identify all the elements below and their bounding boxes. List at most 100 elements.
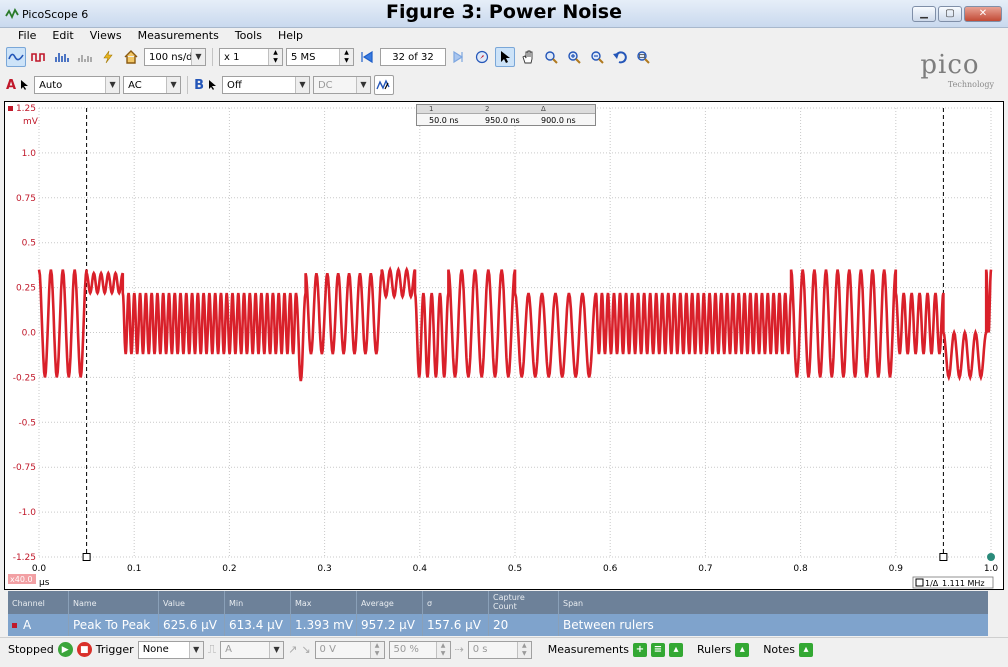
status-text: Stopped <box>8 643 54 656</box>
samples-stepper[interactable]: 5 MS ▲ ▼ <box>286 48 354 66</box>
navigator-icon[interactable] <box>472 47 492 67</box>
pointer-tool-icon[interactable] <box>495 47 515 67</box>
measurement-row[interactable]: A Peak To Peak 625.6 µV 613.4 µV 1.393 m… <box>8 614 988 636</box>
minimize-button[interactable]: ▁ <box>912 6 936 22</box>
serial-decode-icon[interactable] <box>75 47 95 67</box>
trigger-mode-select[interactable]: None ▼ <box>137 640 204 659</box>
spin-arrows-icon: ▲ ▼ <box>268 49 282 65</box>
rulers-toggle-button[interactable]: ▴ <box>735 642 750 657</box>
y-axis-unit: mV <box>23 117 39 127</box>
spin-arrows-icon: ▲ ▼ <box>369 641 384 658</box>
next-capture-icon[interactable] <box>449 47 469 67</box>
maximize-button[interactable]: ▢ <box>938 6 962 22</box>
zoom-overview-icon[interactable] <box>633 47 653 67</box>
chevron-down-icon: ▼ <box>191 49 205 65</box>
capture-counter[interactable]: 32 of 32 <box>380 48 446 66</box>
channel-color-swatch <box>12 622 17 628</box>
x-tick-label: 0.5 <box>508 564 522 574</box>
header-span: Span <box>558 591 988 614</box>
rising-edge-icon: ↗ <box>288 643 298 656</box>
ruler-legend[interactable]: 1 2 Δ 50.0 ns 950.0 ns 900.0 ns <box>416 104 596 126</box>
menu-bar: File Edit Views Measurements Tools Help <box>0 28 1008 44</box>
channel-a-range-select[interactable]: Auto ▼ <box>34 76 121 94</box>
status-bar: Stopped ▶ ■ Trigger None ▼ ⎍ A ▼ ↗ ↘ 0 V… <box>0 637 1008 661</box>
header-sigma: σ <box>422 591 488 614</box>
measurements-header: Channel Name Value Min Max Average σ Cap… <box>8 591 988 614</box>
cell-max: 1.393 mV <box>290 614 356 636</box>
timebase-select[interactable]: 100 ns/div ▼ <box>144 48 206 66</box>
delete-measurement-button[interactable]: ▴ <box>669 642 683 657</box>
channel-b-options-icon[interactable] <box>207 75 219 95</box>
x-tick-label: 0.3 <box>317 564 331 574</box>
channel-a-axis-marker <box>8 106 13 111</box>
window-controls: ▁ ▢ ✕ <box>912 6 1002 22</box>
scope-view[interactable]: 1.25 1.0 0.75 0.5 0.25 0.0 -0.25 -0.5 -0.75 -1.0 -… <box>4 101 1004 590</box>
zoom-out-icon[interactable] <box>587 47 607 67</box>
signal-generator-icon[interactable] <box>98 47 118 67</box>
edit-measurement-button[interactable]: ≡ <box>651 642 665 657</box>
cell-channel: A <box>8 614 68 636</box>
x-tick-label: 1.0 <box>984 564 999 574</box>
math-channels-icon[interactable] <box>373 75 394 95</box>
hand-tool-icon[interactable] <box>518 47 538 67</box>
ruler-handle <box>82 553 91 561</box>
notes-toggle-button[interactable]: ▴ <box>798 642 813 657</box>
trigger-type-icon: ⎍ <box>207 642 217 656</box>
persistence-mode-icon[interactable] <box>29 47 49 67</box>
threshold-value: 0 V <box>319 644 336 655</box>
y-axis-ticks: 1.25 1.0 0.75 0.5 0.25 0.0 -0.25 -0.5 -0.75 -1.0 -… <box>13 104 37 563</box>
spin-arrows-icon: ▲ ▼ <box>516 641 531 658</box>
samples-value: 5 MS <box>291 51 316 63</box>
chevron-down-icon: ▼ <box>188 641 203 658</box>
spin-arrows-icon: ▲ ▼ <box>339 49 353 65</box>
cell-channel-text: A <box>23 618 32 632</box>
close-button[interactable]: ✕ <box>964 6 1002 22</box>
start-capture-button[interactable]: ▶ <box>57 642 73 657</box>
menu-edit[interactable]: Edit <box>44 28 81 44</box>
menu-tools[interactable]: Tools <box>227 28 270 44</box>
threshold-stepper: 0 V ▲ ▼ <box>314 640 385 659</box>
add-measurement-button[interactable]: + <box>633 642 647 657</box>
chevron-down-icon: ▼ <box>166 77 181 93</box>
channel-b-range-select[interactable]: Off ▼ <box>221 76 310 94</box>
zoom-stepper[interactable]: x 1 ▲ ▼ <box>219 48 283 66</box>
channel-b-range-value: Off <box>226 79 242 91</box>
undo-zoom-icon[interactable] <box>610 47 630 67</box>
menu-help[interactable]: Help <box>270 28 311 44</box>
ruler-legend-header: 1 2 Δ <box>417 105 595 114</box>
ruler-handle <box>939 553 948 561</box>
previous-capture-icon[interactable] <box>357 47 377 67</box>
y-tick-label: 0.5 <box>22 239 36 249</box>
channel-a-coupling-value: AC <box>128 79 142 91</box>
figure-title: Figure 3: Power Noise <box>386 1 622 23</box>
menu-measurements[interactable]: Measurements <box>130 28 227 44</box>
y-tick-label: -0.75 <box>13 463 36 473</box>
ruler-legend-values: 50.0 ns 950.0 ns 900.0 ns <box>417 114 595 126</box>
cell-name: Peak To Peak <box>68 614 158 636</box>
falling-edge-icon: ↘ <box>301 643 311 656</box>
trigger-label: Trigger <box>95 643 134 656</box>
x-tick-label: 0.9 <box>889 564 904 574</box>
x-tick-label: 0.6 <box>603 564 618 574</box>
zoom-in-icon[interactable] <box>564 47 584 67</box>
zoom-region-icon[interactable] <box>541 47 561 67</box>
delay-value: 0 s <box>472 644 488 655</box>
stop-capture-button[interactable]: ■ <box>76 642 92 657</box>
ruler-delta-header: Δ <box>541 105 546 113</box>
y-tick-label: -1.0 <box>18 508 36 518</box>
delay-stepper: 0 s ▲ ▼ <box>467 640 532 659</box>
y-tick-label: -1.25 <box>13 553 36 563</box>
channel-a-options-icon[interactable] <box>19 75 31 95</box>
channel-a-coupling-select[interactable]: AC ▼ <box>123 76 182 94</box>
channel-a-trace <box>37 266 993 382</box>
x-axis-ticks: 0.0 0.1 0.2 0.3 0.4 0.5 0.6 0.7 0.8 0.9 1.0 <box>32 564 999 574</box>
scope-mode-icon[interactable] <box>6 47 26 67</box>
menu-file[interactable]: File <box>10 28 44 44</box>
channel-a-range-value: Auto <box>39 79 63 91</box>
spectrum-mode-icon[interactable] <box>52 47 72 67</box>
menu-views[interactable]: Views <box>82 28 130 44</box>
ruler-1-value: 50.0 ns <box>429 115 459 125</box>
home-icon[interactable] <box>121 47 141 67</box>
oscilloscope-plot[interactable]: 1.25 1.0 0.75 0.5 0.25 0.0 -0.25 -0.5 -0.75 -1.0 -… <box>5 102 1004 590</box>
notes-label: Notes <box>763 643 795 656</box>
